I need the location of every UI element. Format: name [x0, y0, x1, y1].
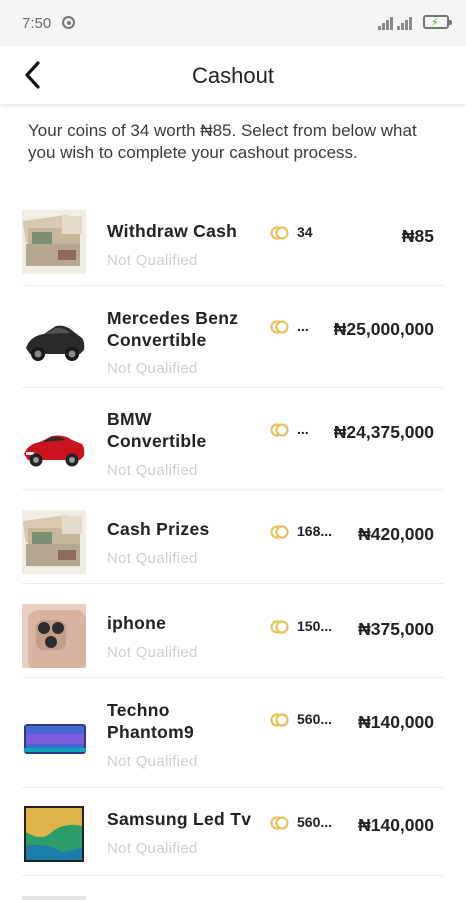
item-price: ₦140,000 [358, 815, 434, 835]
item-price: ₦375,000 [358, 619, 434, 639]
coin-icon [270, 525, 289, 539]
list-item-partial[interactable] [22, 876, 444, 900]
item-status: Not Qualified [107, 644, 198, 661]
list-item-iphone[interactable]: iphone Not Qualified 150... ₦375,000 [22, 584, 444, 678]
battery-icon: ⚡ [423, 15, 452, 29]
item-price: ₦85 [401, 226, 434, 246]
list-item-mercedes[interactable]: Mercedes Benz Convertible Not Qualified … [22, 286, 444, 388]
item-coins: ... [297, 421, 309, 437]
item-status: Not Qualified [107, 252, 198, 269]
coin-icon [270, 713, 289, 727]
coin-icon [270, 226, 289, 240]
item-name: Withdraw Cash [107, 221, 238, 241]
list-item-cash-prizes[interactable]: Cash Prizes Not Qualified 168... ₦420,00… [22, 490, 444, 584]
item-coins: 34 [297, 224, 313, 240]
black-car-image [22, 308, 86, 372]
item-coins: 560... [297, 711, 333, 727]
list-item-techno-phantom[interactable]: Techno Phantom9 Not Qualified 560... ₦14… [22, 678, 444, 788]
item-coins: 560... [297, 814, 333, 830]
list-item-bmw[interactable]: BMW Convertible Not Qualified ... ₦24,37… [22, 388, 444, 490]
list-item-samsung-tv[interactable]: Samsung Led Tv Not Qualified 560... ₦140… [22, 788, 444, 876]
item-coins: 168... [297, 523, 333, 539]
item-coins: ... [297, 318, 309, 334]
item-price: ₦420,000 [358, 524, 434, 544]
item-status: Not Qualified [107, 462, 198, 479]
item-name: iphone [107, 613, 167, 633]
item-status: Not Qualified [107, 550, 198, 567]
app-bar: Cashout [0, 46, 466, 104]
item-coins: 150... [297, 618, 333, 634]
intro-text: Your coins of 34 worth ₦85. Select from … [28, 121, 417, 162]
signal-2-icon [397, 16, 417, 30]
partial-item-image [22, 896, 86, 900]
cash-bundle-image [22, 510, 86, 574]
status-time: 7:50 [22, 15, 52, 32]
tv-image [22, 802, 86, 866]
item-price: ₦24,375,000 [333, 422, 434, 442]
coin-icon [270, 620, 289, 634]
status-bar: 7:50 ⚡ [0, 0, 466, 46]
item-name: Samsung Led Tv [107, 809, 252, 829]
phone-image [22, 704, 86, 768]
coin-icon [270, 816, 289, 830]
signal-icon [378, 16, 398, 30]
iphone-image [22, 604, 86, 668]
item-price: ₦25,000,000 [333, 319, 434, 339]
coin-icon [270, 320, 289, 334]
item-status: Not Qualified [107, 840, 198, 857]
cash-bundle-image [22, 210, 86, 274]
item-status: Not Qualified [107, 753, 198, 770]
item-name: Techno Phantom9 [107, 700, 194, 742]
red-car-image [22, 412, 86, 476]
page-title: Cashout [192, 63, 274, 88]
item-name: Cash Prizes [107, 519, 210, 539]
item-name: Mercedes Benz Convertible [107, 308, 239, 350]
coin-icon [270, 423, 289, 437]
item-name: BMW Convertible [107, 409, 207, 451]
notification-icon [62, 16, 75, 29]
item-status: Not Qualified [107, 360, 198, 377]
list-item-withdraw-cash[interactable]: Withdraw Cash Not Qualified 34 ₦85 [22, 200, 444, 286]
item-price: ₦140,000 [358, 712, 434, 732]
